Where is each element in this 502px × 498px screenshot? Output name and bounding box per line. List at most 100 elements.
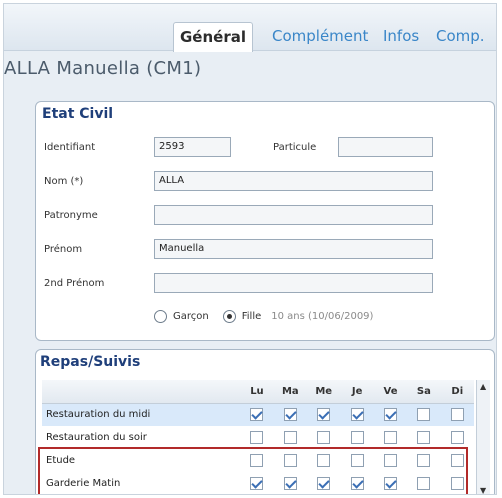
day-cell bbox=[441, 426, 474, 449]
day-header-ve: Ve bbox=[373, 380, 408, 404]
day-cell bbox=[240, 426, 273, 449]
repas-table: Lu Ma Me Je Ve Sa Di Restauration du mid… bbox=[42, 380, 474, 494]
day-checkbox-ve[interactable] bbox=[384, 454, 397, 467]
day-checkbox-ma[interactable] bbox=[283, 431, 297, 444]
table-row[interactable]: Etude bbox=[42, 449, 474, 472]
day-cell bbox=[307, 426, 340, 449]
scroll-up-icon[interactable]: ▲ bbox=[480, 382, 486, 392]
age-text: 10 ans (10/06/2009) bbox=[271, 311, 374, 322]
patronyme-field[interactable] bbox=[154, 205, 433, 225]
etat-civil-panel: Etat Civil Identifiant 2593 Particule No… bbox=[35, 101, 495, 341]
tab-infos[interactable]: Infos bbox=[377, 22, 425, 51]
day-checkbox-je[interactable] bbox=[350, 408, 364, 422]
day-cell bbox=[307, 403, 341, 426]
row-name: Etude bbox=[46, 455, 76, 466]
nom-field[interactable]: ALLA bbox=[154, 171, 433, 191]
day-cell bbox=[274, 472, 307, 494]
day-cell bbox=[240, 449, 273, 472]
prenom2-field[interactable] bbox=[154, 273, 433, 293]
table-row[interactable]: Restauration du midi bbox=[42, 403, 474, 426]
identifiant-field[interactable]: 2593 bbox=[154, 137, 231, 157]
repas-scrollbar[interactable]: ▲ ▼ bbox=[476, 380, 490, 494]
day-cell bbox=[407, 472, 440, 494]
day-cell bbox=[441, 472, 474, 494]
day-cell bbox=[373, 403, 408, 426]
day-cell bbox=[340, 403, 374, 426]
day-header-lu: Lu bbox=[240, 380, 274, 404]
day-checkbox-je[interactable] bbox=[350, 477, 364, 490]
day-checkbox-je[interactable] bbox=[350, 431, 364, 444]
day-checkbox-sa[interactable] bbox=[417, 431, 431, 444]
tab-complement[interactable]: Complément bbox=[266, 22, 374, 51]
etat-civil-title: Etat Civil bbox=[42, 106, 114, 122]
repas-suivis-title: Repas/Suivis bbox=[40, 354, 141, 370]
prenom2-label: 2nd Prénom bbox=[44, 278, 105, 289]
day-cell bbox=[340, 426, 373, 449]
day-checkbox-ma[interactable] bbox=[283, 454, 297, 467]
day-checkbox-je[interactable] bbox=[350, 454, 364, 467]
day-cell bbox=[274, 449, 307, 472]
day-cell bbox=[240, 472, 273, 494]
day-checkbox-ma[interactable] bbox=[283, 477, 297, 490]
student-window: Général Complément Infos Comp. ALLA Manu… bbox=[3, 3, 497, 495]
garcon-label: Garçon bbox=[173, 311, 209, 322]
day-checkbox-di[interactable] bbox=[450, 477, 464, 490]
day-checkbox-sa[interactable] bbox=[417, 477, 431, 490]
day-checkbox-di[interactable] bbox=[450, 431, 464, 444]
garcon-radio[interactable] bbox=[154, 310, 167, 323]
day-cell bbox=[407, 449, 440, 472]
day-checkbox-me[interactable] bbox=[317, 454, 331, 467]
day-checkbox-sa[interactable] bbox=[417, 408, 431, 422]
tab-comp[interactable]: Comp. bbox=[430, 22, 491, 51]
day-checkbox-lu[interactable] bbox=[250, 477, 264, 490]
day-cell bbox=[240, 403, 274, 426]
patronyme-label: Patronyme bbox=[44, 210, 98, 221]
table-row[interactable]: Restauration du soir bbox=[42, 426, 474, 449]
repas-suivis-panel: Repas/Suivis Lu Ma Me Je Ve Sa Di Restau… bbox=[35, 349, 495, 494]
day-cell bbox=[274, 426, 307, 449]
day-header-sa: Sa bbox=[407, 380, 441, 404]
table-row[interactable]: Garderie Matin bbox=[42, 472, 474, 494]
particule-field[interactable] bbox=[338, 137, 433, 157]
day-checkbox-ve[interactable] bbox=[384, 408, 397, 422]
day-cell bbox=[307, 449, 340, 472]
prenom-field[interactable]: Manuella bbox=[154, 239, 433, 259]
day-checkbox-ve[interactable] bbox=[384, 477, 397, 490]
day-checkbox-ma[interactable] bbox=[283, 408, 297, 422]
repas-table-header: Lu Ma Me Je Ve Sa Di bbox=[42, 380, 474, 404]
day-cell bbox=[374, 449, 407, 472]
tab-bar: Général Complément Infos Comp. bbox=[4, 4, 496, 52]
nom-label: Nom (*) bbox=[44, 176, 84, 187]
day-checkbox-di[interactable] bbox=[450, 454, 464, 467]
day-header-di: Di bbox=[440, 380, 474, 404]
scroll-down-icon[interactable]: ▼ bbox=[480, 486, 486, 494]
name-column-header bbox=[42, 380, 241, 404]
day-header-ma: Ma bbox=[273, 380, 308, 404]
day-cell bbox=[374, 426, 407, 449]
row-name: Garderie Matin bbox=[46, 478, 121, 489]
particule-label: Particule bbox=[273, 142, 317, 153]
day-cell bbox=[407, 403, 441, 426]
day-checkbox-sa[interactable] bbox=[417, 454, 431, 467]
day-cell bbox=[407, 426, 440, 449]
day-cell bbox=[307, 472, 340, 494]
day-header-je: Je bbox=[340, 380, 374, 404]
day-checkbox-me[interactable] bbox=[317, 431, 331, 444]
day-checkbox-lu[interactable] bbox=[250, 408, 264, 422]
fille-radio[interactable] bbox=[222, 310, 236, 323]
day-header-me: Me bbox=[307, 380, 341, 404]
student-name-title: ALLA Manuella (CM1) bbox=[4, 58, 202, 79]
fille-label: Fille bbox=[241, 311, 262, 322]
day-checkbox-me[interactable] bbox=[317, 408, 331, 422]
day-checkbox-lu[interactable] bbox=[250, 454, 264, 467]
day-checkbox-lu[interactable] bbox=[250, 431, 264, 444]
tab-general[interactable]: Général bbox=[173, 22, 253, 52]
day-cell bbox=[273, 403, 308, 426]
day-checkbox-di[interactable] bbox=[450, 408, 464, 422]
day-checkbox-me[interactable] bbox=[317, 477, 331, 490]
day-cell bbox=[441, 449, 474, 472]
identifiant-label: Identifiant bbox=[44, 142, 96, 153]
day-checkbox-ve[interactable] bbox=[384, 431, 397, 444]
prenom-label: Prénom bbox=[44, 244, 83, 255]
row-name: Restauration du midi bbox=[42, 403, 241, 426]
